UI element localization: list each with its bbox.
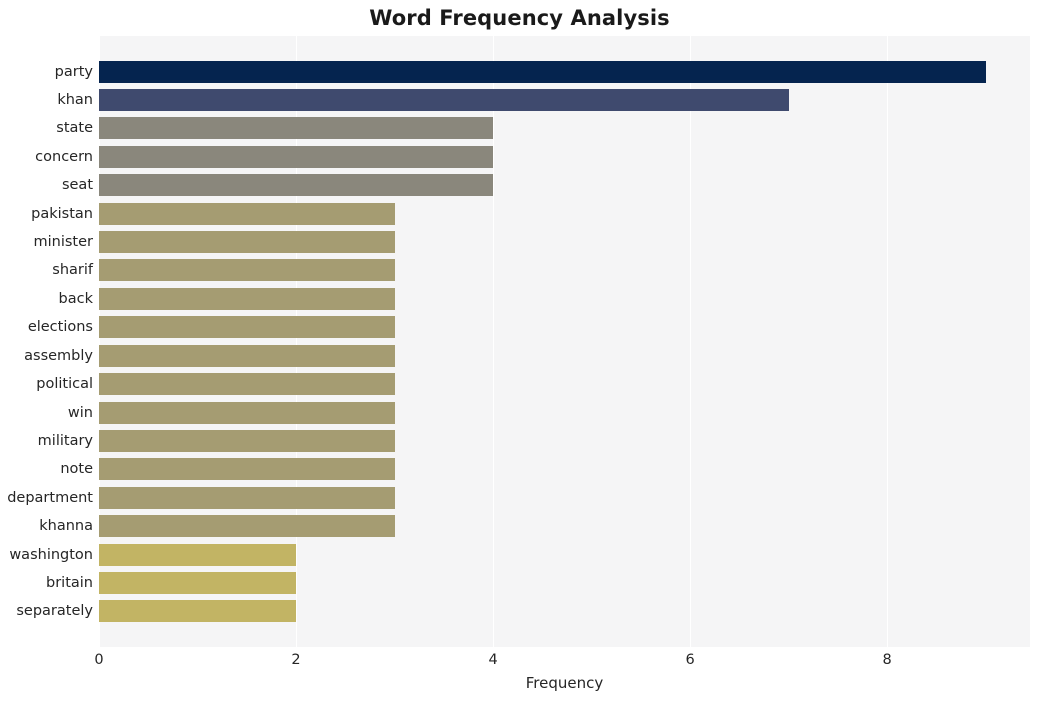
y-axis-tick-label: minister	[33, 234, 94, 251]
x-axis-tick-label: 2	[291, 652, 301, 668]
y-axis-tick-label: khanna	[39, 518, 93, 535]
y-axis-tick-label: military	[37, 432, 93, 449]
x-axis-tick-label: 0	[94, 652, 104, 668]
y-axis-tick-label: party	[54, 63, 93, 80]
y-axis-tick-label: khan	[57, 91, 93, 108]
y-axis-tick-label: separately	[16, 603, 93, 620]
bar	[99, 316, 395, 339]
y-axis-tick-label: political	[36, 376, 93, 393]
chart-title: Word Frequency Analysis	[369, 6, 670, 30]
x-axis-tick-label: 4	[488, 652, 498, 668]
plot-area	[99, 36, 1030, 647]
y-axis-tick-label: sharif	[52, 262, 93, 279]
y-axis-tick-label: seat	[61, 177, 93, 194]
bar	[99, 373, 395, 396]
bar	[99, 287, 395, 310]
x-axis-title: Frequency	[525, 674, 604, 692]
bar	[99, 600, 297, 623]
bar	[99, 259, 395, 282]
y-axis-tick-label: concern	[35, 148, 93, 165]
bar	[99, 401, 395, 424]
bar	[99, 88, 789, 111]
x-axis-tick-labels: 0 2 4 6 8	[94, 650, 1030, 672]
y-axis-tick-label: pakistan	[31, 205, 93, 222]
bar	[99, 202, 395, 225]
y-axis-tick-label: assembly	[24, 347, 93, 364]
bar	[99, 543, 297, 566]
bar	[99, 117, 494, 140]
y-axis-tick-label: washington	[9, 546, 93, 563]
bar	[99, 60, 986, 83]
x-axis-tick-label: 8	[882, 652, 892, 668]
bars-layer	[99, 36, 1030, 647]
y-axis-tick-label: note	[60, 461, 93, 478]
y-axis-tick-labels: party khan state concern seat pakistan ministe…	[0, 36, 93, 647]
x-axis-tick-label: 6	[685, 652, 695, 668]
bar	[99, 174, 494, 197]
bar	[99, 429, 395, 452]
bar	[99, 572, 297, 595]
y-axis-tick-label: department	[7, 489, 93, 506]
bar	[99, 344, 395, 367]
word-frequency-bar-chart: Word Frequency Analysis party khan state co…	[0, 0, 1039, 701]
y-axis-tick-label: state	[56, 120, 93, 137]
y-axis-tick-label: back	[58, 290, 93, 307]
y-axis-tick-label: britain	[46, 575, 93, 592]
bar	[99, 486, 395, 509]
y-axis-tick-label: win	[67, 404, 93, 421]
bar	[99, 515, 395, 538]
y-axis-tick-label: elections	[27, 319, 93, 336]
bar	[99, 231, 395, 254]
bar	[99, 458, 395, 481]
bar	[99, 145, 494, 168]
